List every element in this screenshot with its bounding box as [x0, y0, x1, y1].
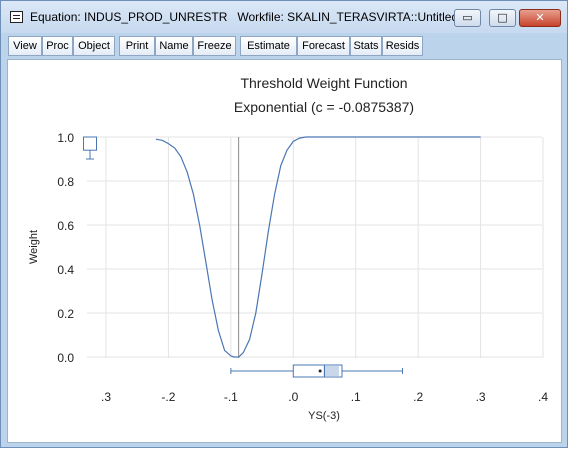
y-tick-label: 0.2: [57, 307, 74, 321]
x-tick-label: .3: [476, 390, 486, 404]
x-tick-label: .0: [288, 390, 298, 404]
graph-area: Threshold Weight Function Exponential (c…: [7, 59, 562, 443]
x-axis-label: YS(-3): [308, 410, 340, 422]
y-tick-label: 0.4: [57, 263, 74, 277]
x-tick-label: .3: [101, 390, 111, 404]
x-tick-label: .4: [538, 390, 548, 404]
x-tick-label: -.2: [161, 390, 175, 404]
y-tick-label: 1.0: [57, 131, 74, 145]
weight-curve: [155, 136, 481, 358]
x-tick-label: .1: [351, 390, 361, 404]
x-boxplot-mean-dot: [318, 369, 322, 373]
x-boxplot-upper-shade: [323, 366, 339, 376]
threshold-weight-chart: Threshold Weight Function Exponential (c…: [28, 75, 548, 422]
y-boxplot-box: [83, 136, 97, 151]
chart-title: Threshold Weight Function: [240, 75, 407, 91]
y-tick-label: 0.0: [57, 351, 74, 365]
x-tick-label: .2: [413, 390, 423, 404]
chart-subtitle: Exponential (c = -0.0875387): [234, 99, 414, 115]
equation-window: Equation: INDUS_PROD_UNRESTR Workfile: S…: [0, 0, 568, 448]
y-axis-label: Weight: [28, 230, 40, 264]
y-tick-label: 0.6: [57, 219, 74, 233]
y-tick-label: 0.8: [57, 175, 74, 189]
x-tick-label: -.1: [224, 390, 238, 404]
